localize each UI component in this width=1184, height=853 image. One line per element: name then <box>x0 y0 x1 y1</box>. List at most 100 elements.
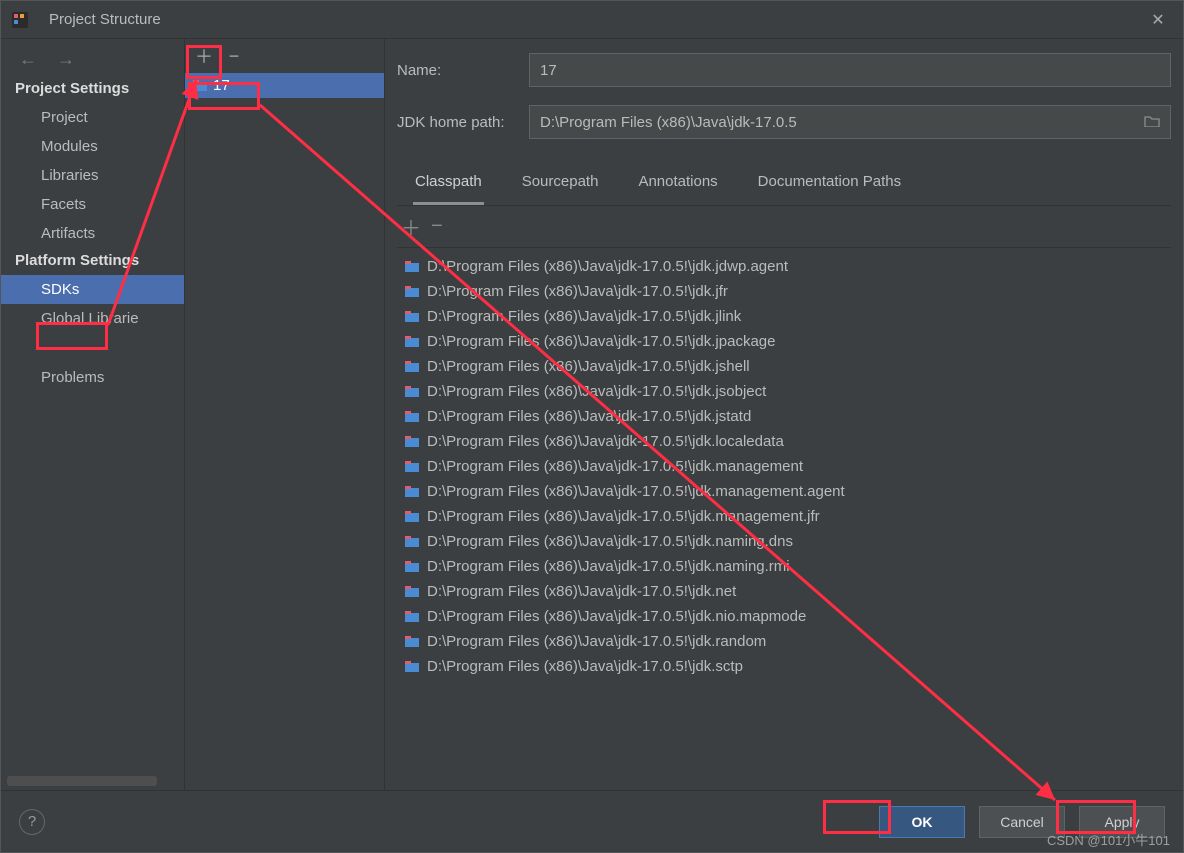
path-row: JDK home path: D:\Program Files (x86)\Ja… <box>397 105 1171 139</box>
classpath-path: D:\Program Files (x86)\Java\jdk-17.0.5!\… <box>427 408 751 425</box>
sidebar-nav: ← → <box>1 39 184 76</box>
detail-panel: Name: 17 JDK home path: D:\Program Files… <box>385 39 1183 790</box>
classpath-row[interactable]: D:\Program Files (x86)\Java\jdk-17.0.5!\… <box>397 654 1171 679</box>
sidebar-item-artifacts[interactable]: Artifacts <box>1 219 184 248</box>
sdk-list-column: ＋ − 17 <box>185 39 385 790</box>
main-area: ← → Project Settings ProjectModulesLibra… <box>1 39 1183 790</box>
sidebar-item-project[interactable]: Project <box>1 103 184 132</box>
sidebar-item-modules[interactable]: Modules <box>1 132 184 161</box>
classpath-row[interactable]: D:\Program Files (x86)\Java\jdk-17.0.5!\… <box>397 379 1171 404</box>
classpath-row[interactable]: D:\Program Files (x86)\Java\jdk-17.0.5!\… <box>397 504 1171 529</box>
folder-icon <box>405 436 419 447</box>
classpath-path: D:\Program Files (x86)\Java\jdk-17.0.5!\… <box>427 283 728 300</box>
classpath-row[interactable]: D:\Program Files (x86)\Java\jdk-17.0.5!\… <box>397 404 1171 429</box>
classpath-row[interactable]: D:\Program Files (x86)\Java\jdk-17.0.5!\… <box>397 579 1171 604</box>
sidebar-item-global-librarie[interactable]: Global Librarie <box>1 304 184 333</box>
folder-icon <box>405 311 419 322</box>
classpath-path: D:\Program Files (x86)\Java\jdk-17.0.5!\… <box>427 333 775 350</box>
back-icon[interactable]: ← <box>19 49 37 70</box>
app-icon <box>11 11 29 29</box>
project-structure-window: Project Structure ✕ ← → Project Settings… <box>0 0 1184 853</box>
classpath-row[interactable]: D:\Program Files (x86)\Java\jdk-17.0.5!\… <box>397 429 1171 454</box>
tab-sourcepath[interactable]: Sourcepath <box>520 167 601 205</box>
sdk-item-17[interactable]: 17 <box>185 73 384 98</box>
classpath-path: D:\Program Files (x86)\Java\jdk-17.0.5!\… <box>427 433 784 450</box>
folder-icon <box>405 386 419 397</box>
sdk-toolbar: ＋ − <box>185 39 384 73</box>
classpath-path: D:\Program Files (x86)\Java\jdk-17.0.5!\… <box>427 583 736 600</box>
classpath-row[interactable]: D:\Program Files (x86)\Java\jdk-17.0.5!\… <box>397 629 1171 654</box>
classpath-row[interactable]: D:\Program Files (x86)\Java\jdk-17.0.5!\… <box>397 354 1171 379</box>
sidebar-item-problems[interactable]: Problems <box>1 363 184 392</box>
remove-classpath-button[interactable]: − <box>431 215 443 238</box>
classpath-row[interactable]: D:\Program Files (x86)\Java\jdk-17.0.5!\… <box>397 554 1171 579</box>
sidebar-scrollbar[interactable] <box>7 776 157 786</box>
classpath-path: D:\Program Files (x86)\Java\jdk-17.0.5!\… <box>427 508 820 525</box>
name-value: 17 <box>540 62 557 79</box>
classpath-toolbar: ＋ − <box>397 206 1171 248</box>
add-classpath-button[interactable]: ＋ <box>401 212 421 241</box>
classpath-row[interactable]: D:\Program Files (x86)\Java\jdk-17.0.5!\… <box>397 254 1171 279</box>
sidebar-item-sdks[interactable]: SDKs <box>1 275 184 304</box>
classpath-path: D:\Program Files (x86)\Java\jdk-17.0.5!\… <box>427 608 806 625</box>
path-value: D:\Program Files (x86)\Java\jdk-17.0.5 <box>540 114 797 131</box>
folder-icon <box>405 636 419 647</box>
classpath-row[interactable]: D:\Program Files (x86)\Java\jdk-17.0.5!\… <box>397 329 1171 354</box>
folder-icon <box>405 361 419 372</box>
classpath-path: D:\Program Files (x86)\Java\jdk-17.0.5!\… <box>427 383 766 400</box>
classpath-row[interactable]: D:\Program Files (x86)\Java\jdk-17.0.5!\… <box>397 604 1171 629</box>
classpath-row[interactable]: D:\Program Files (x86)\Java\jdk-17.0.5!\… <box>397 454 1171 479</box>
help-button[interactable]: ? <box>19 809 45 835</box>
folder-icon <box>405 261 419 272</box>
classpath-row[interactable]: D:\Program Files (x86)\Java\jdk-17.0.5!\… <box>397 479 1171 504</box>
sidebar-heading-platform: Platform Settings <box>1 248 184 275</box>
classpath-path: D:\Program Files (x86)\Java\jdk-17.0.5!\… <box>427 458 803 475</box>
path-label: JDK home path: <box>397 114 519 131</box>
folder-icon <box>405 511 419 522</box>
classpath-path: D:\Program Files (x86)\Java\jdk-17.0.5!\… <box>427 533 793 550</box>
classpath-path: D:\Program Files (x86)\Java\jdk-17.0.5!\… <box>427 483 845 500</box>
classpath-list[interactable]: D:\Program Files (x86)\Java\jdk-17.0.5!\… <box>397 248 1171 790</box>
ok-button[interactable]: OK <box>879 806 965 838</box>
classpath-path: D:\Program Files (x86)\Java\jdk-17.0.5!\… <box>427 558 790 575</box>
sdk-item-label: 17 <box>213 77 230 94</box>
folder-icon <box>193 80 207 91</box>
classpath-row[interactable]: D:\Program Files (x86)\Java\jdk-17.0.5!\… <box>397 279 1171 304</box>
sidebar-item-facets[interactable]: Facets <box>1 190 184 219</box>
tab-documentation-paths[interactable]: Documentation Paths <box>756 167 903 205</box>
remove-sdk-button[interactable]: − <box>223 45 245 67</box>
classpath-row[interactable]: D:\Program Files (x86)\Java\jdk-17.0.5!\… <box>397 529 1171 554</box>
folder-icon <box>405 536 419 547</box>
detail-tabs: Classpath Sourcepath Annotations Documentat… <box>397 157 1171 206</box>
name-label: Name: <box>397 62 519 79</box>
folder-icon <box>405 336 419 347</box>
classpath-path: D:\Program Files (x86)\Java\jdk-17.0.5!\… <box>427 658 743 675</box>
folder-icon <box>405 461 419 472</box>
titlebar: Project Structure ✕ <box>1 1 1183 39</box>
sidebar: ← → Project Settings ProjectModulesLibra… <box>1 39 185 790</box>
classpath-row[interactable]: D:\Program Files (x86)\Java\jdk-17.0.5!\… <box>397 304 1171 329</box>
close-icon[interactable]: ✕ <box>1143 10 1173 30</box>
browse-icon[interactable] <box>1144 114 1160 131</box>
dialog-footer: ? OK Cancel Apply <box>1 790 1183 852</box>
name-field[interactable]: 17 <box>529 53 1171 87</box>
forward-icon[interactable]: → <box>57 49 75 70</box>
tab-annotations[interactable]: Annotations <box>636 167 719 205</box>
folder-icon <box>405 586 419 597</box>
sidebar-item-libraries[interactable]: Libraries <box>1 161 184 190</box>
watermark: CSDN @101小牛101 <box>1047 830 1170 849</box>
add-sdk-button[interactable]: ＋ <box>193 45 215 67</box>
classpath-path: D:\Program Files (x86)\Java\jdk-17.0.5!\… <box>427 308 741 325</box>
classpath-path: D:\Program Files (x86)\Java\jdk-17.0.5!\… <box>427 358 750 375</box>
folder-icon <box>405 486 419 497</box>
folder-icon <box>405 411 419 422</box>
classpath-path: D:\Program Files (x86)\Java\jdk-17.0.5!\… <box>427 633 766 650</box>
name-row: Name: 17 <box>397 53 1171 87</box>
jdk-home-path-field[interactable]: D:\Program Files (x86)\Java\jdk-17.0.5 <box>529 105 1171 139</box>
folder-icon <box>405 286 419 297</box>
folder-icon <box>405 661 419 672</box>
folder-icon <box>405 611 419 622</box>
classpath-path: D:\Program Files (x86)\Java\jdk-17.0.5!\… <box>427 258 788 275</box>
sidebar-heading-project: Project Settings <box>1 76 184 103</box>
tab-classpath[interactable]: Classpath <box>413 167 484 205</box>
